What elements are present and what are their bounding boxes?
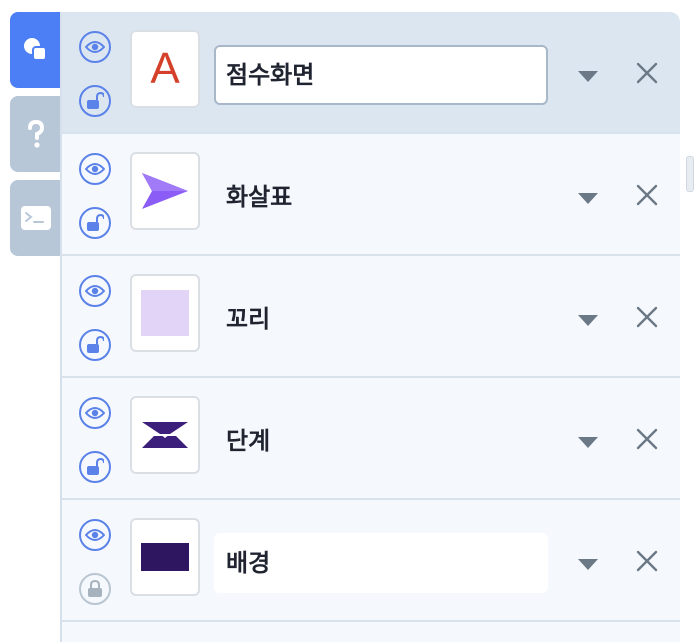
unlock-icon — [87, 214, 104, 231]
side-tab-help[interactable] — [10, 96, 62, 172]
layer-options-button[interactable] — [576, 68, 600, 84]
layer-options-button[interactable] — [576, 312, 600, 328]
layer-options-button[interactable] — [576, 434, 600, 450]
layer-row[interactable]: 배경 — [62, 500, 680, 622]
lock-toggle[interactable] — [79, 207, 111, 239]
caret-down-icon — [578, 437, 598, 448]
eye-icon — [85, 407, 105, 419]
lock-toggle[interactable] — [79, 573, 111, 605]
layers-panel: A 점수화면 화살표 꼬리 단계 배경 — [60, 12, 680, 642]
layer-thumbnail[interactable]: A — [130, 30, 200, 108]
close-icon — [636, 428, 658, 450]
letter-a-thumbnail: A — [150, 44, 180, 93]
visibility-toggle[interactable] — [79, 153, 111, 185]
lock-toggle[interactable] — [79, 451, 111, 483]
shapes-icon — [24, 38, 47, 61]
delete-layer-button[interactable] — [634, 426, 660, 452]
visibility-toggle[interactable] — [79, 519, 111, 551]
square-thumbnail — [141, 290, 189, 336]
terminal-icon — [21, 206, 51, 230]
eye-icon — [85, 163, 105, 175]
close-icon — [636, 550, 658, 572]
visibility-toggle[interactable] — [79, 397, 111, 429]
panel-resize-handle[interactable] — [686, 156, 694, 192]
delete-layer-button[interactable] — [634, 548, 660, 574]
unlock-icon — [87, 458, 104, 475]
hourglass-thumbnail — [142, 422, 188, 448]
layer-thumbnail[interactable] — [130, 152, 200, 230]
layer-options-button[interactable] — [576, 556, 600, 572]
layer-row[interactable]: 단계 — [62, 378, 680, 500]
layer-name-input[interactable]: 꼬리 — [214, 289, 548, 349]
eye-icon — [85, 285, 105, 297]
eye-icon — [85, 529, 105, 541]
side-tab-console[interactable] — [10, 180, 62, 256]
eye-icon — [85, 41, 105, 53]
layer-options-button[interactable] — [576, 190, 600, 206]
layer-name-input[interactable]: 단계 — [214, 411, 548, 471]
layer-thumbnail[interactable] — [130, 274, 200, 352]
layer-thumbnail[interactable] — [130, 396, 200, 474]
layer-name-input[interactable]: 배경 — [214, 533, 548, 593]
visibility-toggle[interactable] — [79, 31, 111, 63]
caret-down-icon — [578, 315, 598, 326]
dark-rect-thumbnail — [141, 543, 189, 571]
lock-toggle[interactable] — [79, 329, 111, 361]
lock-icon — [88, 580, 102, 597]
side-tab-bar — [0, 0, 62, 630]
layer-name-input[interactable]: 점수화면 — [214, 45, 548, 105]
delete-layer-button[interactable] — [634, 60, 660, 86]
visibility-toggle[interactable] — [79, 275, 111, 307]
unlock-icon — [87, 92, 104, 109]
layer-thumbnail[interactable] — [130, 518, 200, 596]
unlock-icon — [87, 336, 104, 353]
close-icon — [636, 62, 658, 84]
layer-row[interactable]: 꼬리 — [62, 256, 680, 378]
layer-row[interactable]: A 점수화면 — [62, 12, 680, 134]
delete-layer-button[interactable] — [634, 182, 660, 208]
lock-toggle[interactable] — [79, 85, 111, 117]
delete-layer-button[interactable] — [634, 304, 660, 330]
layer-row[interactable]: 화살표 — [62, 134, 680, 256]
question-icon — [28, 119, 45, 148]
arrow-thumbnail — [142, 173, 188, 209]
layer-name-input[interactable]: 화살표 — [214, 167, 548, 227]
caret-down-icon — [578, 193, 598, 204]
caret-down-icon — [578, 559, 598, 570]
close-icon — [636, 184, 658, 206]
close-icon — [636, 306, 658, 328]
side-tab-shapes[interactable] — [10, 12, 62, 88]
caret-down-icon — [578, 71, 598, 82]
